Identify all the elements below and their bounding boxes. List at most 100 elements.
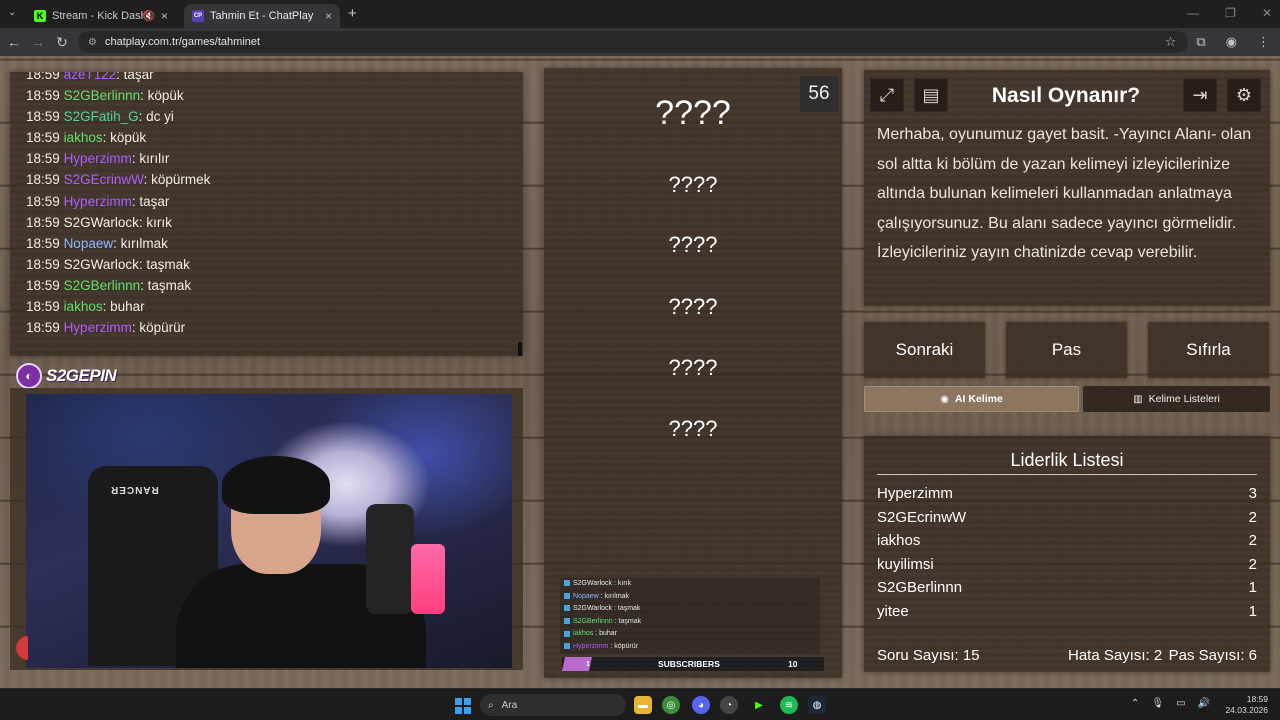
- app-icon[interactable]: ◔: [720, 696, 738, 714]
- new-tab-icon[interactable]: +: [348, 5, 357, 22]
- close-tab-icon[interactable]: ×: [161, 9, 168, 23]
- reset-button[interactable]: Sıfırla: [1148, 322, 1269, 378]
- site-info-icon[interactable]: ⚙: [88, 37, 97, 48]
- chat-message: 18:59 S2GBerlinnn: taşmak: [26, 275, 523, 296]
- chat-separator: :: [140, 88, 148, 104]
- overlay-chat-username: S2GWarlock: [573, 605, 613, 613]
- spotify-icon[interactable]: ≋: [780, 696, 798, 714]
- chat-scrollbar[interactable]: [518, 342, 522, 356]
- chat-text: kırık: [146, 214, 172, 230]
- overlay-chat-text: kırılmak: [604, 592, 630, 600]
- search-icon: ⌕: [488, 699, 494, 711]
- taskbar-clock[interactable]: 18:59 24.03.2026: [1225, 694, 1268, 716]
- leaderboard-name: S2GEcrinwW: [877, 508, 967, 526]
- chat-username[interactable]: S2GBerlinnn: [64, 278, 141, 293]
- chat-username[interactable]: Nopaew: [64, 236, 114, 251]
- chat-separator: :: [113, 235, 121, 251]
- tab-chatplay[interactable]: CP Tahmin Et - ChatPlay ×: [184, 4, 340, 28]
- leaderboard-divider: [877, 474, 1257, 475]
- chat-message: 18:59 iakhos: buhar: [26, 296, 523, 317]
- chat-username[interactable]: S2GFatih_G: [64, 109, 139, 124]
- overlay-chat-message: S2GWarlock : kırık: [562, 578, 820, 591]
- forward-icon[interactable]: →: [26, 34, 50, 50]
- chat-message: 18:59 Hyperzimm: köpürür: [26, 317, 523, 338]
- chat-username[interactable]: S2GEcrinwW: [64, 172, 144, 187]
- taskbar-search[interactable]: ⌕ Ara: [480, 694, 626, 716]
- chat-time: 18:59: [26, 277, 60, 293]
- monitor-icon[interactable]: ▭: [1176, 698, 1185, 709]
- chat-username[interactable]: Hyperzimm: [64, 151, 132, 166]
- extensions-icon[interactable]: ⧉: [1196, 34, 1205, 50]
- stream-logo: ◐ S2GEPIN: [16, 362, 117, 390]
- chrome-icon[interactable]: ◎: [662, 696, 680, 714]
- steam-icon[interactable]: ◍: [808, 696, 826, 714]
- close-tab-icon[interactable]: ×: [325, 9, 332, 23]
- file-explorer-icon[interactable]: ▬: [634, 696, 652, 714]
- leaderboard-row: S2GEcrinwW 2: [877, 509, 1257, 533]
- exit-icon[interactable]: ⇥: [1183, 78, 1217, 112]
- tab-list-icon[interactable]: ⌄: [8, 7, 16, 18]
- close-window-icon[interactable]: ✕: [1262, 6, 1272, 20]
- forbidden-word: ????: [668, 355, 718, 380]
- microphone-icon[interactable]: 🎙: [1151, 698, 1164, 709]
- overlay-chat-message: S2GWarlock : taşmak: [562, 603, 820, 616]
- bookmark-star-icon[interactable]: ☆: [1165, 34, 1177, 50]
- kick-icon: K: [34, 10, 46, 22]
- chat-username[interactable]: Hyperzimm: [64, 320, 132, 335]
- minimize-icon[interactable]: —: [1187, 6, 1199, 20]
- discord-icon[interactable]: ◕: [692, 696, 710, 714]
- chevron-up-icon[interactable]: ⌃: [1131, 698, 1139, 709]
- chat-message: 18:59 azeT122: taşar: [26, 72, 523, 85]
- document-icon[interactable]: ▤: [914, 78, 948, 112]
- badge-icon: [564, 605, 570, 612]
- chat-text: buhar: [110, 299, 145, 315]
- tab-kick-dashboard[interactable]: K Stream - Kick Dashboard 🔇 ×: [26, 4, 176, 28]
- logo-mark-icon: ◐: [16, 363, 42, 389]
- volume-icon[interactable]: 🔊: [1198, 698, 1210, 709]
- leaderboard-score: 2: [1248, 508, 1257, 526]
- robot-icon: ◉: [940, 393, 949, 405]
- overlay-chat-message: Hyperzimm : köpürür: [562, 641, 820, 654]
- maximize-icon[interactable]: ❐: [1225, 6, 1236, 20]
- howto-text: Merhaba, oyunumuz gayet basit. -Yayıncı …: [877, 126, 1252, 262]
- chat-time: 18:59: [26, 320, 60, 336]
- target-word: ????: [655, 94, 731, 132]
- subs-label: SUBSCRIBERS: [658, 659, 720, 669]
- badge-icon: [564, 592, 570, 599]
- chat-username[interactable]: azeT122: [64, 72, 117, 82]
- reload-icon[interactable]: ↻: [50, 34, 74, 51]
- windows-taskbar: ⌕ Ara ▬ ◎ ◕ ◔ ▶ ≋ ◍ ⌃ 🎙 ▭ 🔊 18:59 24.03.…: [0, 688, 1280, 720]
- pink-light: [411, 544, 445, 614]
- chat-username[interactable]: S2GWarlock: [64, 257, 139, 272]
- chat-username[interactable]: iakhos: [64, 299, 103, 314]
- leaderboard-name: iakhos: [877, 532, 921, 550]
- chat-message: 18:59 Hyperzimm: kırılır: [26, 148, 523, 169]
- overlay-chat-username: Hyperzimm: [573, 642, 609, 650]
- kick-studio-icon[interactable]: ▶: [750, 696, 768, 714]
- word-lists-toggle[interactable]: ▥ Kelime Listeleri: [1083, 386, 1270, 412]
- mute-icon[interactable]: 🔇: [143, 11, 155, 22]
- ai-word-toggle[interactable]: ◉ AI Kelime: [864, 386, 1079, 412]
- menu-icon[interactable]: ⋮: [1257, 34, 1270, 50]
- settings-gear-icon[interactable]: ⚙: [1227, 78, 1261, 112]
- chat-username[interactable]: S2GBerlinnn: [64, 88, 141, 103]
- forbidden-word: ????: [668, 172, 718, 197]
- overlay-chat-username: Nopaew: [573, 592, 599, 600]
- chat-separator: :: [140, 277, 148, 293]
- pass-count: Pas Sayısı: 6: [1168, 647, 1257, 664]
- back-icon[interactable]: ←: [2, 34, 26, 50]
- chat-username[interactable]: S2GWarlock: [64, 215, 139, 230]
- badge-icon: [564, 617, 570, 624]
- profile-icon[interactable]: ◉: [1226, 34, 1237, 50]
- next-button[interactable]: Sonraki: [864, 322, 985, 378]
- clock-time: 18:59: [1246, 694, 1268, 704]
- windows-start-icon[interactable]: [455, 698, 471, 714]
- url-field[interactable]: ⚙ chatplay.com.tr/games/tahminet: [78, 31, 1188, 53]
- chat-text: taşar: [139, 193, 170, 209]
- pass-button[interactable]: Pas: [1006, 322, 1127, 378]
- window-controls: — ❐ ✕: [1187, 6, 1272, 20]
- fullscreen-icon[interactable]: ⤢: [870, 78, 904, 112]
- chat-username[interactable]: Hyperzimm: [64, 194, 132, 209]
- chat-username[interactable]: iakhos: [64, 130, 103, 145]
- overlay-chat-username: S2GWarlock: [573, 580, 613, 587]
